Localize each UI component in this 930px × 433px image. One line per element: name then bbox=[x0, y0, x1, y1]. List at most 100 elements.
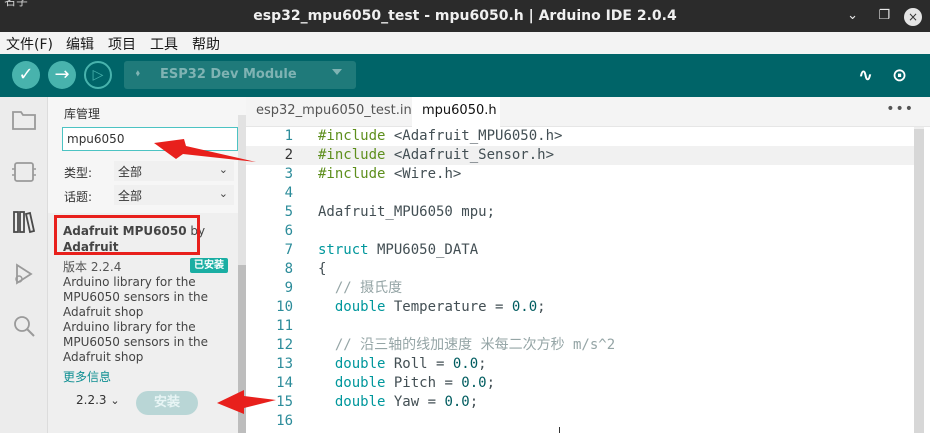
code-text: double Temperature = 0.0; bbox=[318, 298, 546, 317]
close-icon[interactable]: × bbox=[904, 8, 922, 26]
library-description: Arduino library for the MPU6050 sensors … bbox=[63, 275, 209, 319]
type-filter-label: 类型: bbox=[64, 166, 93, 180]
line-number: 10 bbox=[276, 299, 293, 315]
more-tabs-icon[interactable]: ••• bbox=[886, 101, 914, 117]
library-search-input[interactable] bbox=[62, 127, 238, 151]
debug-icon[interactable] bbox=[11, 261, 37, 287]
board-selector[interactable]: ⬪ ESP32 Dev Module bbox=[124, 61, 356, 89]
type-filter-value: 全部 bbox=[118, 165, 143, 179]
maximize-icon[interactable]: ❐ bbox=[878, 8, 890, 23]
statement-end: ; bbox=[478, 356, 487, 372]
field-name: Pitch = bbox=[385, 375, 462, 391]
code-line: 9 // 摄氏度 bbox=[246, 279, 914, 298]
text-cursor bbox=[559, 427, 560, 433]
verify-button[interactable]: ✓ bbox=[12, 61, 40, 89]
code-text: { bbox=[318, 261, 327, 277]
type-filter-select[interactable]: 全部 ⌄ bbox=[114, 161, 234, 181]
library-scrollbar-thumb[interactable] bbox=[238, 265, 246, 433]
code-line: 13 double Roll = 0.0; bbox=[246, 355, 914, 374]
code-line: 10 double Temperature = 0.0; bbox=[246, 298, 914, 317]
menu-bar: 文件(F) 编辑 项目 工具 帮助 bbox=[0, 32, 930, 54]
line-number: 8 bbox=[284, 261, 293, 277]
more-info-link[interactable]: 更多信息 bbox=[63, 368, 111, 385]
include-target: <Wire.h> bbox=[385, 166, 462, 182]
minimize-icon[interactable]: ⌄ bbox=[847, 8, 858, 23]
line-number: 11 bbox=[276, 318, 293, 334]
number-literal: 0.0 bbox=[444, 394, 470, 410]
tab-sketch-ino[interactable]: esp32_mpu6050_test.ino bbox=[256, 97, 420, 127]
editor-scrollbar[interactable] bbox=[914, 127, 924, 433]
line-number: 6 bbox=[284, 223, 293, 239]
debug-button[interactable]: ▷ bbox=[84, 61, 112, 89]
code-text: double Yaw = 0.0; bbox=[318, 393, 478, 412]
statement-end: ; bbox=[537, 299, 546, 315]
serial-plotter-icon[interactable]: ∿ bbox=[858, 65, 873, 86]
editor-scrollbar-thumb[interactable] bbox=[914, 129, 924, 433]
menu-tools[interactable]: 工具 bbox=[150, 34, 178, 54]
code-line: 7 struct MPU6050_DATA bbox=[246, 241, 914, 260]
code-text: struct MPU6050_DATA bbox=[318, 241, 478, 260]
type-keyword: double bbox=[334, 375, 386, 391]
topic-filter-label: 话题: bbox=[64, 190, 93, 204]
statement-end: ; bbox=[469, 394, 479, 410]
version-select-value: 2.2.3 bbox=[76, 393, 107, 407]
menu-help[interactable]: 帮助 bbox=[192, 34, 220, 54]
number-literal: 0.0 bbox=[461, 375, 487, 391]
line-number: 5 bbox=[284, 204, 293, 220]
line-number: 3 bbox=[284, 166, 293, 182]
include-target: <Adafruit_MPU6050.h> bbox=[385, 128, 563, 144]
code-comment: // 沿三轴的线加速度 米每二次方秒 m/s^2 bbox=[318, 337, 616, 353]
struct-keyword: struct bbox=[318, 242, 369, 258]
code-comment: // 摄氏度 bbox=[318, 280, 403, 296]
type-keyword: double bbox=[334, 299, 386, 315]
code-text: Adafruit_MPU6050 mpu; bbox=[318, 204, 496, 220]
install-button[interactable]: 安装 bbox=[136, 391, 198, 415]
topic-filter-select[interactable]: 全部 ⌄ bbox=[114, 185, 234, 205]
menu-file[interactable]: 文件(F) bbox=[6, 34, 53, 54]
library-title: Adafruit MPU6050 by Adafruit bbox=[63, 223, 213, 255]
line-number: 2 bbox=[284, 147, 293, 163]
serial-monitor-icon[interactable]: ⊙ bbox=[892, 65, 907, 86]
editor-tab-bar: esp32_mpu6050_test.ino mpu6050.h ••• bbox=[246, 97, 930, 127]
menu-edit[interactable]: 编辑 bbox=[66, 34, 94, 54]
code-text: #include <Wire.h> bbox=[318, 165, 461, 184]
line-number: 14 bbox=[276, 375, 293, 391]
tab-mpu6050-h-label: mpu6050.h bbox=[422, 103, 497, 118]
folder-icon[interactable] bbox=[11, 107, 37, 133]
chevron-down-icon bbox=[332, 69, 342, 75]
menu-sketch[interactable]: 项目 bbox=[108, 34, 136, 54]
code-line: 5 Adafruit_MPU6050 mpu; bbox=[246, 203, 914, 222]
line-number: 9 bbox=[284, 280, 293, 296]
chevron-down-icon: ⌄ bbox=[218, 187, 228, 200]
code-text: double Pitch = 0.0; bbox=[318, 374, 495, 393]
search-icon[interactable] bbox=[11, 313, 37, 339]
line-number: 7 bbox=[284, 242, 293, 258]
code-line-current: 2 #include <Adafruit_Sensor.h> bbox=[246, 146, 914, 165]
library-description-repeat: Arduino library for the MPU6050 sensors … bbox=[63, 320, 209, 364]
code-text: #include <Adafruit_Sensor.h> bbox=[318, 146, 554, 165]
board-name: ESP32 Dev Module bbox=[160, 67, 297, 82]
upload-button[interactable]: → bbox=[48, 61, 76, 89]
library-author: Adafruit bbox=[63, 240, 119, 254]
activity-bar bbox=[0, 97, 48, 433]
line-number: 1 bbox=[284, 128, 293, 144]
library-version: 版本 2.2.4 bbox=[63, 260, 122, 274]
include-directive: #include bbox=[318, 166, 386, 182]
chevron-down-icon: ⌄ bbox=[218, 163, 228, 176]
number-literal: 0.0 bbox=[452, 356, 479, 372]
library-scrollbar[interactable] bbox=[238, 115, 246, 433]
library-manager-panel: 库管理 类型: 全部 ⌄ 话题: 全部 ⌄ Adafruit MPU6050 b… bbox=[48, 97, 246, 433]
usb-icon: ⬪ bbox=[136, 66, 140, 81]
version-select[interactable]: 2.2.3 ⌄ bbox=[76, 393, 126, 413]
line-number: 12 bbox=[276, 337, 293, 353]
line-number: 4 bbox=[284, 185, 293, 201]
chevron-down-icon: ⌄ bbox=[110, 394, 120, 407]
code-text: double Roll = 0.0; bbox=[318, 355, 487, 374]
library-manager-icon[interactable] bbox=[11, 209, 37, 235]
library-card: Adafruit MPU6050 by Adafruit 版本 2.2.4 已安… bbox=[48, 213, 238, 433]
tab-mpu6050-h[interactable]: mpu6050.h bbox=[412, 97, 500, 127]
topic-filter-value: 全部 bbox=[118, 189, 143, 203]
board-manager-icon[interactable] bbox=[11, 159, 37, 185]
code-editor[interactable]: 1 #include <Adafruit_MPU6050.h> 2 #inclu… bbox=[246, 127, 930, 433]
struct-name: MPU6050_DATA bbox=[368, 242, 479, 258]
